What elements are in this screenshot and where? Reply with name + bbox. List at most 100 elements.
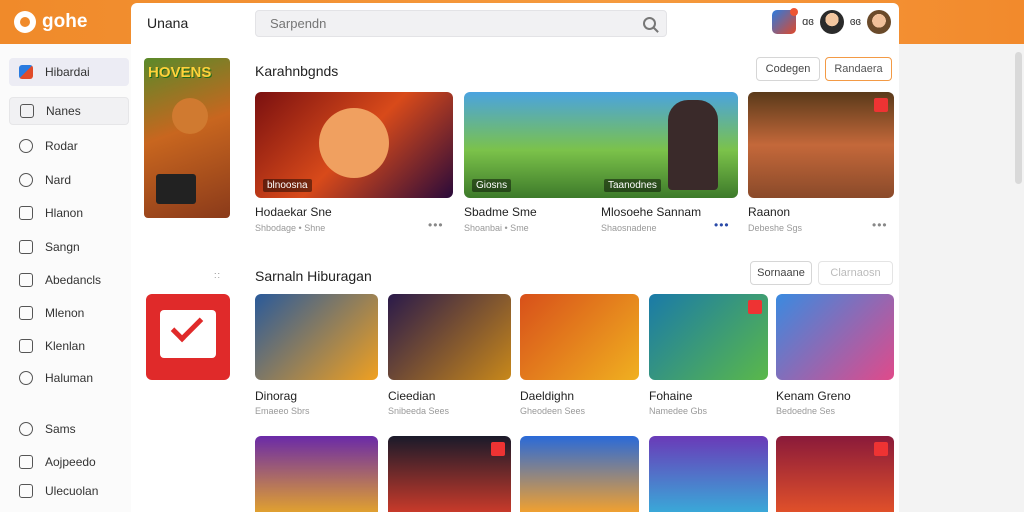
scrollbar[interactable] (1015, 52, 1022, 184)
game-meta: Debeshe Sgs (748, 223, 803, 233)
top-bar: Unana ɑɞ ɞɞ (131, 3, 899, 44)
game-tile[interactable]: blnoosna (255, 92, 453, 198)
sidebar-item-13[interactable]: Ulecuolan (9, 477, 129, 505)
search-input[interactable] (256, 11, 666, 36)
promo-character (172, 98, 208, 134)
game-meta: Shoanbai • Sme (464, 223, 529, 233)
location-icon (19, 139, 33, 153)
sidebar-item-2[interactable]: Nanes (9, 97, 129, 125)
tile-caption: Giosns (472, 179, 512, 192)
more-options-icon[interactable]: ••• (872, 218, 888, 232)
game-title[interactable]: Kenam Greno (776, 389, 851, 403)
game-tile[interactable] (255, 436, 378, 512)
game-tile[interactable] (649, 436, 768, 512)
game-tile[interactable] (520, 294, 639, 380)
sidebar-item-label: Hlanon (45, 206, 84, 220)
sidebar-item-label: Aojpeedo (45, 455, 96, 469)
list-icon (19, 484, 33, 498)
pen-icon (19, 306, 33, 320)
page-title: Unana (147, 15, 189, 31)
square-icon (19, 240, 33, 254)
sidebar: Hibardai Nanes Rodar Nard Hlanon Sangn A… (0, 44, 131, 512)
game-meta: Shbodage • Shne (255, 223, 326, 233)
game-meta: Emaeeo Sbrs (255, 406, 310, 416)
tag-icon (19, 371, 33, 385)
user1-label: ɑɞ (802, 16, 814, 28)
sidebar-item-6[interactable]: Sangn (9, 233, 129, 261)
sidebar-item-7[interactable]: Abedancls (9, 266, 129, 294)
sidebar-item-3[interactable]: Rodar (9, 132, 129, 160)
game-tile[interactable] (748, 92, 894, 198)
section-title: Sarnaln Hiburagan (255, 268, 372, 284)
sidebar-item-label: Nanes (46, 104, 81, 118)
new-badge-icon (874, 98, 888, 112)
section1-primary-button[interactable]: Randaera (825, 57, 892, 81)
game-title[interactable]: Fohaine (649, 389, 692, 403)
game-meta: Gheodeen Sees (520, 406, 586, 416)
game-tile[interactable]: Giosns Taanodnes (464, 92, 738, 198)
search-icon[interactable] (643, 17, 656, 30)
sidebar-item-9[interactable]: Klenlan (9, 332, 129, 360)
sidebar-item-8[interactable]: Mlenon (9, 299, 129, 327)
game-title[interactable]: Dinorag (255, 389, 297, 403)
game-title[interactable]: Cieedian (388, 389, 435, 403)
app-avatar[interactable] (772, 8, 799, 34)
app-icon (19, 65, 33, 79)
calendar-icon (19, 455, 33, 469)
game-title[interactable]: Hodaekar Sne (255, 205, 332, 219)
user-avatar[interactable] (819, 10, 844, 34)
game-meta: Shaosnadene (601, 223, 657, 233)
sidebar-item-label: Abedancls (45, 273, 102, 287)
sidebar-item-label: Sangn (45, 240, 80, 254)
game-tile[interactable] (776, 294, 894, 380)
sidebar-item-5[interactable]: Hlanon (9, 199, 129, 227)
clock-icon (19, 173, 33, 187)
section2-secondary-button[interactable]: Sornaane (750, 261, 812, 285)
promo-card[interactable]: HOVENS (144, 58, 230, 218)
sidebar-item-11[interactable]: Sams (9, 415, 129, 443)
sidebar-item-label: Rodar (45, 139, 78, 153)
brand-name: gohe (42, 11, 88, 32)
game-title[interactable]: Mlosoehe Sannam (601, 205, 701, 219)
section2-disabled-button[interactable]: Clarnaosn (818, 261, 893, 285)
game-tile[interactable] (520, 436, 639, 512)
game-tile[interactable] (255, 294, 378, 380)
promo-card[interactable] (146, 294, 230, 380)
user-area: ɑɞ ɞɞ (772, 8, 891, 34)
game-tile[interactable] (649, 294, 768, 380)
sidebar-item-label: Mlenon (45, 306, 85, 320)
promo-title: HOVENS (148, 64, 212, 81)
document-icon (19, 206, 33, 220)
search-box[interactable] (255, 10, 667, 37)
game-title[interactable]: Daeldighn (520, 389, 574, 403)
sidebar-item-4[interactable]: Nard (9, 166, 129, 194)
new-badge-icon (491, 442, 505, 456)
game-tile[interactable] (776, 436, 894, 512)
game-meta: Namedee Gbs (649, 406, 708, 416)
more-options-icon[interactable]: ••• (714, 218, 730, 232)
drag-handle-icon[interactable]: :: (214, 270, 221, 280)
section1-secondary-button[interactable]: Codegen (756, 57, 820, 81)
settings-icon (19, 422, 33, 436)
sidebar-item-12[interactable]: Aojpeedo (9, 448, 129, 476)
image-icon (19, 339, 33, 353)
new-badge-icon (748, 300, 762, 314)
promo-keyboard (156, 174, 196, 204)
sidebar-item-10[interactable]: Haluman (9, 364, 129, 392)
game-title[interactable]: Sbadme Sme (464, 205, 537, 219)
profile-avatar[interactable] (867, 10, 891, 34)
tile-caption: blnoosna (263, 179, 312, 192)
sidebar-item-label: Nard (45, 173, 72, 187)
notification-dot-icon (790, 8, 799, 16)
game-meta: Snibeeda Sees (388, 406, 450, 416)
more-options-icon[interactable]: ••• (428, 218, 444, 232)
game-title[interactable]: Raanon (748, 205, 790, 219)
sidebar-item-home[interactable]: Hibardai (9, 58, 129, 86)
sidebar-item-label: Hibardai (45, 65, 90, 79)
game-tile[interactable] (388, 294, 511, 380)
game-tile[interactable] (388, 436, 511, 512)
sidebar-item-label: Ulecuolan (45, 484, 99, 498)
brand-logo[interactable]: gohe (14, 10, 87, 34)
tile-caption: Taanodnes (604, 179, 661, 192)
new-badge-icon (874, 442, 888, 456)
